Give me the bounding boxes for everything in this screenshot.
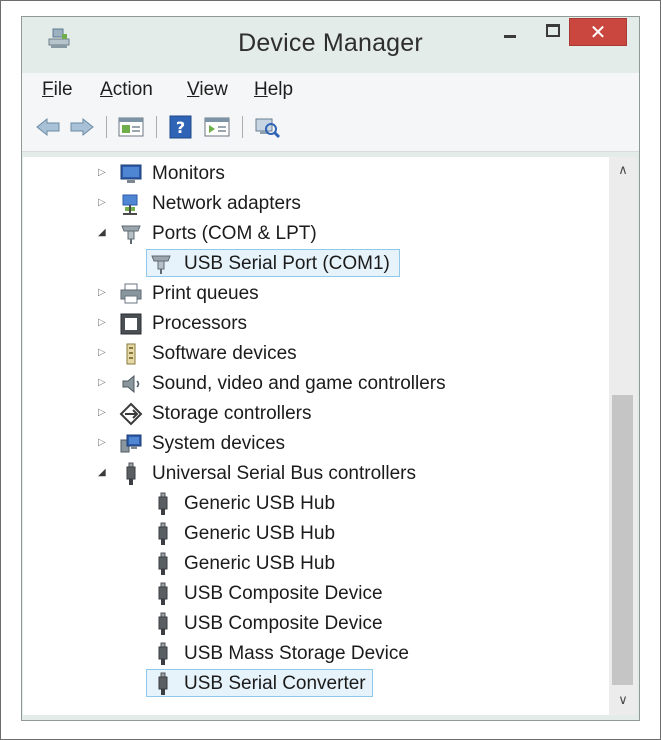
tree-item-label: Storage controllers [152, 403, 312, 424]
tree-item-label: Print queues [152, 283, 259, 304]
expand-arrow-icon[interactable]: ▷ [98, 347, 108, 359]
tree-item-storage-controllers[interactable]: ▷ Storage controllers [23, 399, 609, 429]
help-icon[interactable]: ? [168, 115, 194, 139]
tree-item-label: Software devices [152, 343, 297, 364]
expand-arrow-icon[interactable]: ▷ [98, 377, 108, 389]
expand-arrow-icon[interactable]: ▷ [98, 317, 108, 329]
tree-item-label: USB Mass Storage Device [184, 643, 409, 664]
menu-help[interactable]: Help [254, 79, 293, 101]
tree-item-processors[interactable]: ▷ Processors [23, 309, 609, 339]
back-icon[interactable] [34, 115, 62, 139]
tree-item-label: USB Composite Device [184, 613, 383, 634]
tree-item-usb-composite-device[interactable]: USB Composite Device [23, 579, 609, 609]
scroll-down-icon[interactable]: ∨ [609, 693, 637, 708]
tree-item-network-adapters[interactable]: ▷ Network adapters [23, 189, 609, 219]
storage-controller-icon [119, 402, 143, 426]
usb-icon [158, 492, 168, 515]
usb-icon [158, 552, 168, 575]
port-icon [121, 225, 141, 244]
network-adapter-icon [122, 194, 138, 215]
scroll-up-icon[interactable]: ∧ [609, 163, 637, 178]
tree-item-generic-usb-hub[interactable]: Generic USB Hub [23, 519, 609, 549]
usb-icon [126, 462, 136, 485]
tree-item-ports[interactable]: ◢ Ports (COM & LPT) [23, 219, 609, 249]
monitor-icon [120, 164, 142, 183]
expand-arrow-icon[interactable]: ▷ [98, 167, 108, 179]
properties-icon[interactable] [116, 115, 146, 139]
tree-item-software-devices[interactable]: ▷ Software devices [23, 339, 609, 369]
tree-item-usb-serial-port[interactable]: USB Serial Port (COM1) [23, 249, 609, 279]
device-manager-window: Device Manager ✕ File Action View Help ?… [21, 16, 640, 721]
menu-action[interactable]: Action [100, 79, 153, 101]
tree-item-label: Generic USB Hub [184, 553, 336, 574]
maximize-button[interactable] [532, 18, 572, 46]
tree-item-label: USB Composite Device [184, 583, 383, 604]
tree-item-usb-mass-storage[interactable]: USB Mass Storage Device [23, 639, 609, 669]
title-bar[interactable]: Device Manager ✕ [22, 17, 639, 67]
close-icon: ✕ [589, 20, 607, 44]
usb-icon [158, 612, 168, 635]
tree-item-usb-serial-converter[interactable]: USB Serial Converter [23, 669, 609, 699]
toolbar-separator [156, 116, 157, 138]
tree-item-label: USB Serial Converter [184, 673, 366, 694]
expand-arrow-icon[interactable]: ▷ [98, 287, 108, 299]
device-tree[interactable]: ▷ Monitors ▷ Network adapters ◢ Ports (C… [23, 157, 609, 715]
expand-arrow-icon[interactable]: ▷ [98, 437, 108, 449]
collapse-arrow-icon[interactable]: ◢ [98, 227, 108, 239]
tree-item-sound-video-game[interactable]: ▷ Sound, video and game controllers [23, 369, 609, 399]
port-icon [151, 255, 171, 274]
tree-item-generic-usb-hub[interactable]: Generic USB Hub [23, 549, 609, 579]
usb-icon [158, 582, 168, 605]
tree-item-generic-usb-hub[interactable]: Generic USB Hub [23, 489, 609, 519]
tree-item-label: Universal Serial Bus controllers [152, 463, 416, 484]
tree-item-label: USB Serial Port (COM1) [184, 253, 390, 274]
vertical-scrollbar[interactable]: ∧ ∨ [609, 157, 637, 715]
processor-icon [120, 313, 142, 335]
screenshot-frame: Device Manager ✕ File Action View Help ?… [0, 0, 661, 740]
expand-arrow-icon[interactable]: ▷ [98, 407, 108, 419]
tree-item-label: System devices [152, 433, 286, 454]
tree-item-label: Processors [152, 313, 248, 334]
tree-item-monitors[interactable]: ▷ Monitors [23, 159, 609, 189]
expand-arrow-icon[interactable]: ▷ [98, 197, 108, 209]
tree-item-label: Network adapters [152, 193, 301, 214]
forward-icon[interactable] [68, 115, 96, 139]
tree-item-label: Sound, video and game controllers [152, 373, 446, 394]
tree-item-usb-controllers[interactable]: ◢ Universal Serial Bus controllers [23, 459, 609, 489]
close-button[interactable]: ✕ [569, 18, 627, 46]
collapse-arrow-icon[interactable]: ◢ [98, 467, 108, 479]
tree-item-system-devices[interactable]: ▷ System devices [23, 429, 609, 459]
tree-item-print-queues[interactable]: ▷ Print queues [23, 279, 609, 309]
usb-icon [158, 522, 168, 545]
system-device-icon [120, 434, 142, 453]
usb-icon [158, 672, 168, 695]
menu-file[interactable]: File [42, 79, 73, 101]
printer-icon [120, 283, 142, 304]
minimize-button[interactable] [490, 18, 530, 46]
tree-item-label: Monitors [152, 163, 225, 184]
usb-icon [158, 642, 168, 665]
menu-bar: File Action View Help [22, 73, 639, 105]
scrollbar-thumb[interactable] [612, 395, 633, 685]
tree-item-label: Generic USB Hub [184, 493, 336, 514]
toolbar: ? [22, 105, 639, 152]
menu-view[interactable]: View [187, 79, 228, 101]
update-driver-icon[interactable] [202, 115, 232, 139]
maximize-icon [546, 24, 560, 37]
tree-item-usb-composite-device[interactable]: USB Composite Device [23, 609, 609, 639]
speaker-icon [122, 374, 140, 394]
tree-item-label: Generic USB Hub [184, 523, 336, 544]
software-device-icon [126, 343, 136, 365]
svg-text:?: ? [176, 118, 185, 137]
toolbar-separator [106, 116, 107, 138]
toolbar-separator [242, 116, 243, 138]
minimize-icon [504, 35, 516, 38]
scan-hardware-icon[interactable] [252, 115, 282, 139]
tree-item-label: Ports (COM & LPT) [152, 223, 317, 244]
